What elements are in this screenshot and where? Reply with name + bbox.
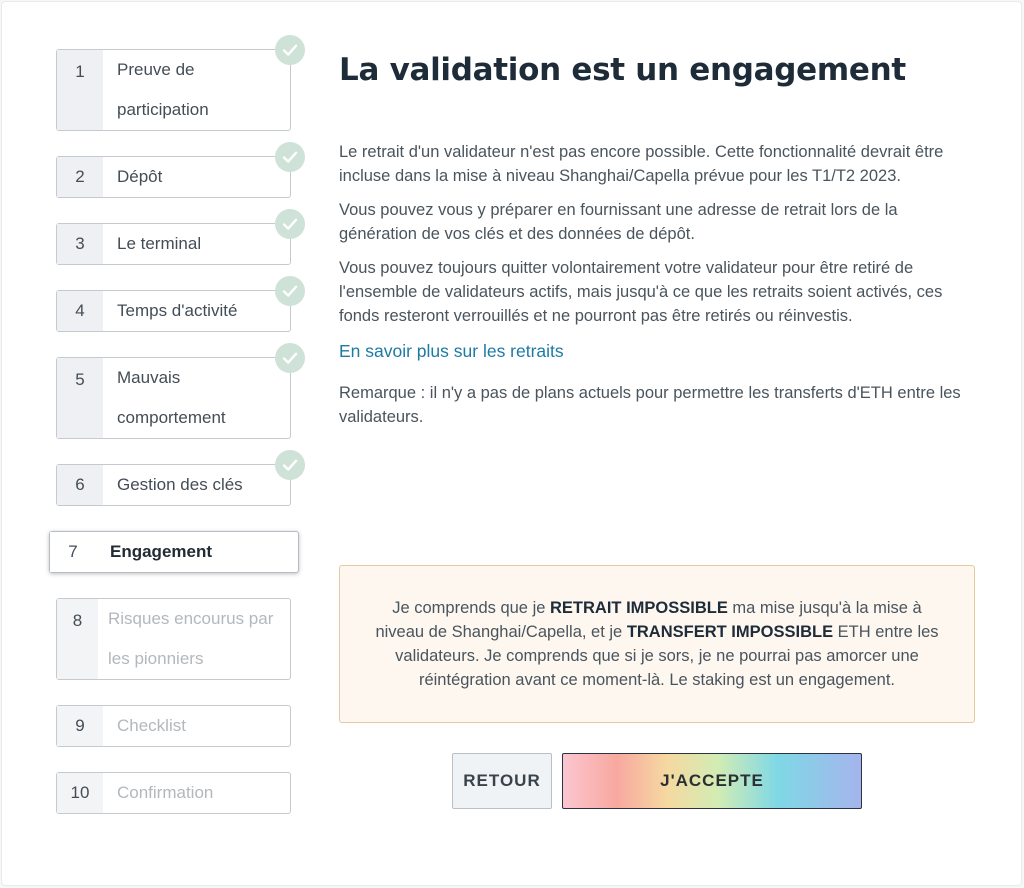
step-number: 10 (57, 773, 103, 813)
learn-more-withdrawals-link[interactable]: En savoir plus sur les retraits (339, 341, 564, 362)
back-button[interactable]: RETOUR (452, 753, 552, 809)
step-number: 3 (57, 224, 103, 264)
step-label: Gestion des clés (117, 475, 243, 494)
checkmark-icon (275, 35, 305, 65)
step-number: 5 (57, 358, 103, 438)
step-number: 1 (57, 50, 103, 130)
notice-text: Je comprends que je RETRAIT IMPOSSIBLE m… (375, 599, 939, 689)
step-number: 9 (57, 706, 103, 746)
remark-text: Remarque : il n'y a pas de plans actuels… (339, 384, 961, 426)
step-confirmation: 10 Confirmation (56, 772, 291, 814)
step-label: Engagement (110, 542, 213, 561)
checkmark-icon (275, 343, 305, 373)
checkmark-icon (275, 209, 305, 239)
step-label: Preuve de participation (117, 60, 209, 119)
step-number: 6 (57, 465, 103, 505)
step-number: 4 (57, 291, 103, 331)
commitment-notice: Je comprends que je RETRAIT IMPOSSIBLE m… (339, 565, 975, 723)
page-title: La validation est un engagement (339, 52, 906, 88)
step-commitment[interactable]: 7 Engagement (49, 531, 299, 573)
step-label: Le terminal (117, 234, 202, 253)
paragraph-withdrawal: Le retrait d'un validateur n'est pas enc… (339, 143, 944, 185)
step-proof-of-stake[interactable]: 1 Preuve de participation (56, 49, 291, 131)
step-deposit[interactable]: 2 Dépôt (56, 156, 291, 198)
step-terminal[interactable]: 3 Le terminal (56, 223, 291, 265)
step-label: Temps d'activité (117, 301, 238, 320)
accept-button[interactable]: J'ACCEPTE (562, 753, 862, 809)
step-bad-behavior[interactable]: 5 Mauvais comportement (56, 357, 291, 439)
step-key-management[interactable]: 6 Gestion des clés (56, 464, 291, 506)
step-checklist: 9 Checklist (56, 705, 291, 747)
step-number: 2 (57, 157, 103, 197)
step-early-adopter-risks: 8 Risques encourus par les pionniers (56, 598, 291, 680)
paragraph-withdrawal-address: Vous pouvez vous y préparer en fournissa… (339, 201, 898, 243)
paragraph-voluntary-exit: Vous pouvez toujours quitter volontairem… (339, 259, 943, 325)
step-label: Dépôt (117, 167, 163, 186)
checkmark-icon (275, 450, 305, 480)
checkmark-icon (275, 276, 305, 306)
step-number: 8 (57, 599, 98, 679)
step-number: 7 (50, 532, 96, 572)
step-label: Confirmation (117, 783, 214, 802)
step-label: Checklist (117, 716, 186, 735)
step-label: Mauvais comportement (117, 368, 226, 427)
step-label: Risques encourus par les pionniers (108, 609, 274, 668)
checkmark-icon (275, 142, 305, 172)
step-uptime[interactable]: 4 Temps d'activité (56, 290, 291, 332)
